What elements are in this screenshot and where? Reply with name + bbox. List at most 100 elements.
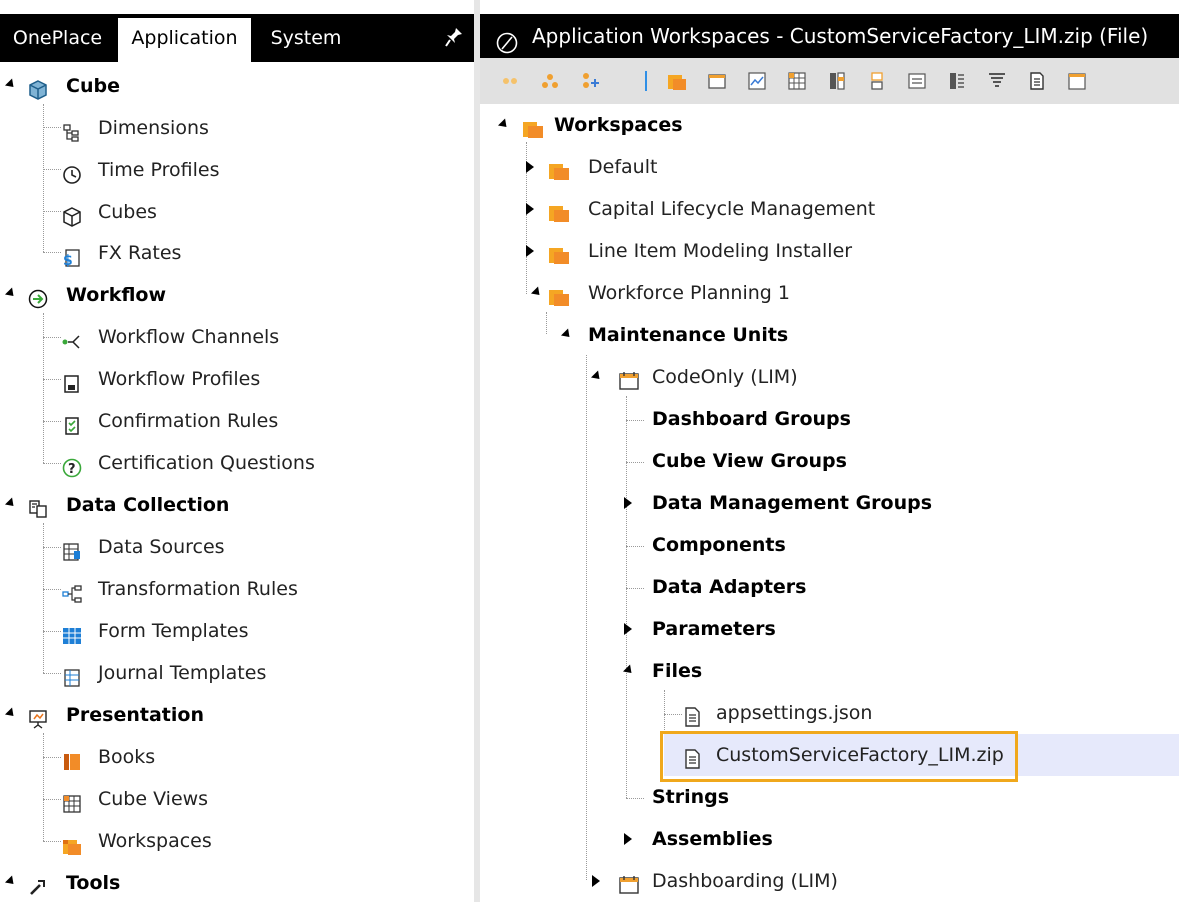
section-label: Workflow <box>66 284 167 306</box>
selection-callout-box <box>660 731 1018 782</box>
tree-node-data-management-groups[interactable]: Data Management Groups <box>620 485 1020 521</box>
tab-application[interactable]: Application <box>118 18 251 62</box>
section-presentation[interactable]: Presentation <box>0 697 474 733</box>
section-label: Data Collection <box>66 494 230 516</box>
tree-node-label: Parameters <box>652 618 776 640</box>
presentation-icon <box>28 705 48 729</box>
grid-icon[interactable] <box>787 71 807 91</box>
workspace-icon[interactable] <box>667 71 687 91</box>
nav-item-label: Cubes <box>98 201 157 223</box>
add-icon[interactable] <box>580 71 600 91</box>
dimensions-icon <box>62 119 82 142</box>
nav-item-label: Certification Questions <box>98 452 315 474</box>
calendar-icon[interactable] <box>1067 71 1087 91</box>
nav-item-data-sources[interactable]: Data Sources <box>0 529 474 565</box>
left-navigation-panel: OnePlace Application System Cube Dimensi… <box>0 0 474 902</box>
nav-item-time-profiles[interactable]: Time Profiles <box>0 152 474 188</box>
tree-node-cube-view-groups[interactable]: Cube View Groups <box>652 443 1052 479</box>
tree-node-label: Strings <box>652 786 730 808</box>
stack-icon[interactable] <box>867 71 887 91</box>
expanded-arrow-icon[interactable] <box>4 707 18 720</box>
fx-rates-icon: $ <box>62 244 82 269</box>
nav-item-transformation-rules[interactable]: Transformation Rules <box>0 571 474 607</box>
tree-node-label: CodeOnly (LIM) <box>652 366 798 388</box>
section-label: Presentation <box>66 704 204 726</box>
tab-oneplace[interactable]: OnePlace <box>0 14 115 62</box>
tree-node-workforce-planning-1[interactable]: Workforce Planning 1 <box>520 275 1020 311</box>
columns-icon[interactable] <box>827 71 847 91</box>
collapsed-arrow-icon[interactable] <box>592 875 600 887</box>
collapsed-arrow-icon[interactable] <box>624 833 632 845</box>
tree-node-workspaces[interactable]: Workspaces <box>480 107 880 143</box>
tree-node-maintenance-units[interactable]: Maintenance Units <box>560 317 960 353</box>
workspace-folder-icon <box>548 199 570 222</box>
section-cube[interactable]: Cube <box>0 68 474 104</box>
nav-item-label: Journal Templates <box>98 662 267 684</box>
books-icon <box>62 748 82 770</box>
form-icon[interactable] <box>907 71 927 91</box>
expanded-arrow-icon[interactable] <box>4 287 18 300</box>
tree-node-label: Workspaces <box>554 114 683 136</box>
nav-item-confirmation-rules[interactable]: Confirmation Rules <box>0 403 474 439</box>
nav-item-books[interactable]: Books <box>0 739 474 775</box>
workspace-folder-icon <box>548 283 570 306</box>
nav-item-certification-questions[interactable]: ? Certification Questions <box>0 445 474 481</box>
expanded-arrow-icon[interactable] <box>4 497 18 510</box>
collapsed-arrow-icon[interactable] <box>624 497 632 509</box>
section-data-collection[interactable]: Data Collection <box>0 487 474 523</box>
nav-item-label: FX Rates <box>98 242 182 264</box>
svg-text:$: $ <box>63 253 73 268</box>
tree-node-dashboard-groups[interactable]: Dashboard Groups <box>652 401 1052 437</box>
section-label: Tools <box>66 872 121 894</box>
expanded-arrow-icon[interactable] <box>497 118 511 131</box>
expanded-arrow-icon[interactable] <box>4 78 18 91</box>
nav-item-workflow-channels[interactable]: Workflow Channels <box>0 319 474 355</box>
tree-node-label: Maintenance Units <box>588 324 789 346</box>
tree-node-file-appsettings-json[interactable]: appsettings.json <box>682 695 1082 731</box>
section-workflow[interactable]: Workflow <box>0 277 474 313</box>
expanded-arrow-icon[interactable] <box>560 328 574 341</box>
section-tools[interactable]: Tools <box>0 865 474 901</box>
nav-item-fx-rates[interactable]: $ FX Rates <box>0 235 474 271</box>
tree-node-label: Workforce Planning 1 <box>588 282 790 304</box>
tree-node-default[interactable]: Default <box>520 149 920 185</box>
expanded-arrow-icon[interactable] <box>590 370 604 383</box>
collapsed-arrow-icon[interactable] <box>526 245 534 257</box>
workspace-folder-icon <box>548 241 570 264</box>
tree-node-components[interactable]: Components <box>652 527 1052 563</box>
tree-node-data-adapters[interactable]: Data Adapters <box>652 569 1052 605</box>
nav-item-workspaces[interactable]: Workspaces <box>0 823 474 859</box>
tab-system[interactable]: System <box>253 14 359 62</box>
tree-node-line-item-modeling-installer[interactable]: Line Item Modeling Installer <box>520 233 1020 269</box>
collapsed-arrow-icon[interactable] <box>624 623 632 635</box>
document-icon[interactable] <box>1027 71 1047 91</box>
nav-item-cubes[interactable]: Cubes <box>0 194 474 230</box>
tree-node-files[interactable]: Files <box>620 653 1020 689</box>
tree-node-strings[interactable]: Strings <box>652 779 1052 815</box>
expanded-arrow-icon[interactable] <box>4 875 18 888</box>
collapsed-arrow-icon[interactable] <box>526 203 534 215</box>
expanded-arrow-icon[interactable] <box>530 286 544 299</box>
nav-item-journal-templates[interactable]: Journal Templates <box>0 655 474 691</box>
tab-bar: OnePlace Application System <box>0 14 474 62</box>
dots-icon[interactable] <box>500 71 520 91</box>
nav-item-dimensions[interactable]: Dimensions <box>0 110 474 146</box>
list-icon[interactable] <box>947 71 967 91</box>
maintenance-unit-icon[interactable] <box>707 71 727 91</box>
nav-item-workflow-profiles[interactable]: Workflow Profiles <box>0 361 474 397</box>
group-icon[interactable] <box>540 71 560 91</box>
tree-node-parameters[interactable]: Parameters <box>620 611 1020 647</box>
data-collection-icon <box>28 495 48 518</box>
tree-node-assemblies[interactable]: Assemblies <box>620 821 1020 857</box>
chart-icon[interactable] <box>747 71 767 91</box>
tree-node-dashboarding-lim[interactable]: Dashboarding (LIM) <box>590 863 990 899</box>
expanded-arrow-icon[interactable] <box>622 664 636 677</box>
tree-node-capital-lifecycle-management[interactable]: Capital Lifecycle Management <box>520 191 1020 227</box>
nav-item-cube-views[interactable]: Cube Views <box>0 781 474 817</box>
pin-icon[interactable] <box>444 26 464 48</box>
collapsed-arrow-icon[interactable] <box>526 161 534 173</box>
filter-icon[interactable] <box>987 71 1007 91</box>
nav-item-form-templates[interactable]: Form Templates <box>0 613 474 649</box>
nav-item-label: Time Profiles <box>98 159 220 181</box>
tree-node-codeonly-lim[interactable]: CodeOnly (LIM) <box>590 359 990 395</box>
